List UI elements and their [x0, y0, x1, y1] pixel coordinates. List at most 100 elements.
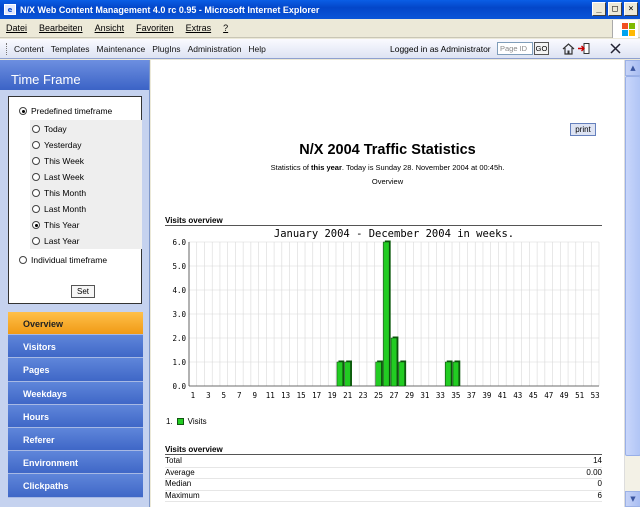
ie-icon: e	[4, 4, 16, 15]
menu-bearbeiten[interactable]: Bearbeiten	[39, 23, 83, 33]
stats-table: Total 14 Average 0.00 Median 0 Maximum 6	[165, 456, 602, 502]
option-yesterday[interactable]: Yesterday	[32, 140, 82, 150]
y-tick-label: 5.0	[172, 262, 186, 271]
radio-icon[interactable]	[32, 125, 40, 133]
nav-clickpaths[interactable]: Clickpaths	[8, 474, 143, 498]
menu-ansicht[interactable]: Ansicht	[95, 23, 125, 33]
nav-plugins[interactable]: PlugIns	[152, 44, 180, 54]
option-last-week[interactable]: Last Week	[32, 172, 84, 182]
y-tick-label: 1.0	[172, 358, 186, 367]
scroll-down-icon[interactable]: ▼	[625, 491, 640, 507]
timeframe-box: Predefined timeframe Today Yesterday Thi…	[8, 96, 142, 304]
y-tick-label: 0.0	[172, 382, 186, 391]
y-tick-label: 2.0	[172, 334, 186, 343]
section-divider	[165, 454, 602, 455]
nav-templates[interactable]: Templates	[51, 44, 90, 54]
nav-environment[interactable]: Environment	[8, 451, 143, 475]
scroll-up-icon[interactable]: ▲	[625, 60, 640, 76]
scroll-thumb[interactable]	[625, 76, 640, 456]
nav-maintenance[interactable]: Maintenance	[97, 44, 146, 54]
table-row: Total 14	[165, 456, 602, 468]
option-this-year[interactable]: This Year	[32, 220, 79, 230]
set-button[interactable]: Set	[71, 285, 95, 298]
table-row: Median 0	[165, 479, 602, 491]
nav-content[interactable]: Content	[14, 44, 44, 54]
nav-weekdays[interactable]: Weekdays	[8, 381, 143, 405]
left-panel: Time Frame Predefined timeframe Today Ye…	[0, 60, 150, 507]
bar	[445, 361, 452, 387]
table-row: Average 0.00	[165, 468, 602, 479]
x-tick-label: 37	[467, 391, 476, 400]
y-tick-label: 3.0	[172, 310, 186, 319]
radio-icon[interactable]	[32, 173, 40, 181]
option-this-week[interactable]: This Week	[32, 156, 84, 166]
chart-title: January 2004 - December 2004 in weeks.	[274, 228, 514, 240]
page-id-input[interactable]: Page ID	[497, 42, 533, 55]
nav-referer[interactable]: Referer	[8, 427, 143, 452]
nav-hours[interactable]: Hours	[8, 404, 143, 428]
maximize-button[interactable]: □	[608, 2, 622, 16]
go-button[interactable]: GO	[534, 42, 549, 55]
nav-pages[interactable]: Pages	[8, 358, 143, 382]
stat-label: Total	[165, 456, 182, 465]
x-tick-label: 49	[560, 391, 569, 400]
option-last-month[interactable]: Last Month	[32, 204, 86, 214]
x-tick-label: 41	[498, 391, 507, 400]
minimize-button[interactable]: _	[592, 2, 606, 16]
menu-extras[interactable]: Extras	[186, 23, 212, 33]
radio-icon[interactable]	[32, 189, 40, 197]
x-tick-label: 19	[328, 391, 337, 400]
print-button[interactable]: print	[570, 123, 596, 136]
stat-label: Maximum	[165, 490, 200, 500]
option-label: Yesterday	[44, 140, 82, 150]
vertical-scrollbar[interactable]: ▲ ▼	[624, 60, 640, 507]
radio-selected-icon[interactable]	[19, 107, 27, 115]
visits-chart: January 2004 - December 2004 in weeks. 0.…	[172, 228, 599, 400]
radio-icon[interactable]	[32, 141, 40, 149]
menu-help[interactable]: ?	[223, 23, 228, 33]
window-title-bar: e N/X Web Content Management 4.0 rc 0.95…	[0, 0, 640, 19]
stats-nav: Overview Visitors Pages Weekdays Hours R…	[8, 312, 143, 498]
radio-individual[interactable]: Individual timeframe	[19, 255, 107, 265]
radio-individual-label: Individual timeframe	[31, 255, 108, 265]
option-today[interactable]: Today	[32, 124, 67, 134]
close-button[interactable]: ×	[624, 2, 638, 16]
subtitle-text: . Today is Sunday 28. November 2004 at 0…	[341, 163, 505, 172]
nav-overview[interactable]: Overview	[8, 312, 143, 336]
option-this-month[interactable]: This Month	[32, 188, 86, 198]
menu-favoriten[interactable]: Favoriten	[136, 23, 174, 33]
radio-selected-icon[interactable]	[32, 221, 40, 229]
chart-legend: 1. Visits	[166, 417, 207, 426]
nav-visitors[interactable]: Visitors	[8, 335, 143, 359]
timeframe-title: Time Frame	[0, 60, 149, 90]
page-subtitle-2: Overview	[371, 177, 404, 186]
option-label: Last Year	[44, 236, 80, 246]
nav-help[interactable]: Help	[248, 44, 265, 54]
bar	[452, 361, 460, 387]
logout-icon[interactable]	[577, 42, 590, 55]
toolbar-grip	[6, 42, 9, 55]
radio-icon[interactable]	[32, 157, 40, 165]
subtitle-bold: this year	[311, 163, 342, 172]
login-status: Logged in as Administrator	[390, 44, 491, 54]
x-tick-label: 39	[482, 391, 491, 400]
option-label: Today	[44, 124, 67, 134]
page-subtitle: Statistics of this year. Today is Sunday…	[151, 163, 624, 172]
home-icon[interactable]	[562, 42, 575, 55]
nav-administration[interactable]: Administration	[188, 44, 242, 54]
option-label: This Year	[44, 220, 80, 230]
legend-label: Visits	[187, 417, 207, 426]
section-title: Visits overview	[165, 216, 223, 225]
main-content: print N/X 2004 Traffic Statistics Statis…	[151, 60, 624, 507]
stat-label: Median	[165, 479, 192, 488]
windows-logo-icon	[612, 20, 638, 38]
radio-predefined[interactable]: Predefined timeframe	[19, 106, 112, 116]
x-tick-label: 25	[374, 391, 383, 400]
radio-icon[interactable]	[32, 237, 40, 245]
option-last-year[interactable]: Last Year	[32, 236, 79, 246]
x-tick-label: 35	[451, 391, 460, 400]
radio-icon[interactable]	[32, 205, 40, 213]
menu-datei[interactable]: Datei	[6, 23, 27, 33]
radio-icon[interactable]	[19, 256, 27, 264]
close-panel-icon[interactable]	[609, 42, 622, 55]
